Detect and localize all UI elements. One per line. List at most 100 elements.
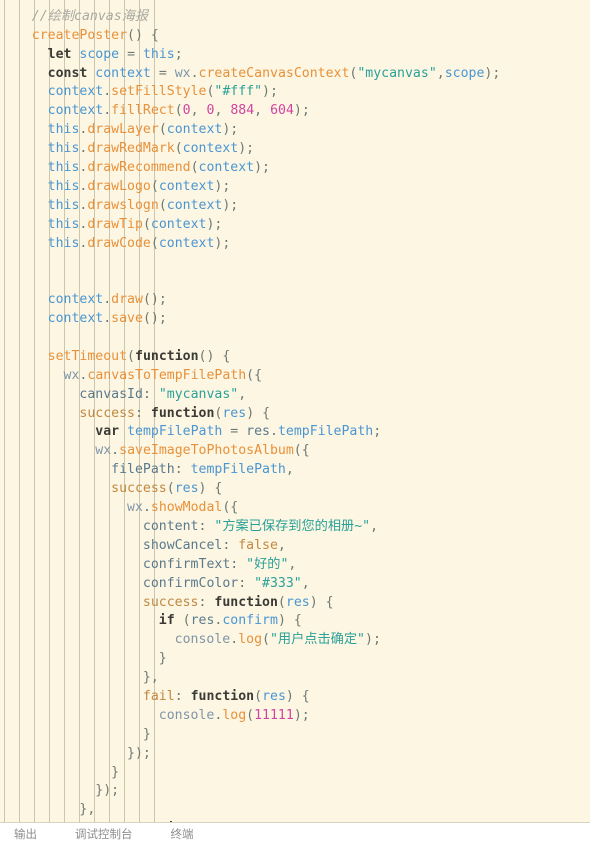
code-line[interactable]: var tempFilePath = res.tempFilePath; bbox=[0, 423, 590, 442]
code-line[interactable]: confirmColor: "#333", bbox=[0, 575, 590, 594]
code-line[interactable]: filePath: tempFilePath, bbox=[0, 461, 590, 480]
code-line[interactable]: success(res) { bbox=[0, 480, 590, 499]
code-token-fn: drawslogn bbox=[87, 197, 159, 213]
code-token-key: success bbox=[79, 405, 135, 421]
code-line[interactable]: fail: function(res) { bbox=[0, 688, 590, 707]
code-line[interactable]: } bbox=[0, 726, 590, 745]
code-token-punc: ({ bbox=[222, 500, 239, 516]
panel-tab-output[interactable]: 输出 bbox=[14, 826, 37, 842]
code-token-prop: content bbox=[142, 518, 199, 534]
code-token-kw: let bbox=[47, 46, 72, 62]
code-line[interactable] bbox=[0, 0, 590, 8]
code-token-punc: . bbox=[270, 424, 278, 440]
code-line[interactable]: setTimeout(function() { bbox=[0, 348, 590, 367]
code-line[interactable]: fail: function(res) { bbox=[0, 820, 590, 822]
code-token-num: 11111 bbox=[254, 707, 294, 723]
code-line[interactable]: context.draw(); bbox=[0, 291, 590, 310]
code-line[interactable]: console.log("用户点击确定"); bbox=[0, 631, 590, 650]
editor-code-area[interactable]: //绘制canvas海报 createPoster() { let scope … bbox=[0, 0, 590, 822]
code-token-var: context bbox=[158, 178, 215, 194]
code-token-punc: . bbox=[103, 103, 112, 119]
code-token-punc: : bbox=[174, 462, 191, 478]
code-token-punc: , bbox=[436, 65, 445, 81]
code-token-fn: fillRect bbox=[111, 103, 175, 119]
code-line[interactable] bbox=[0, 329, 590, 348]
code-line[interactable]: this.drawTip(context); bbox=[0, 216, 590, 235]
code-token-var: context bbox=[166, 122, 223, 138]
code-line[interactable]: wx.canvasToTempFilePath({ bbox=[0, 367, 590, 386]
code-line[interactable]: }); bbox=[0, 745, 590, 764]
code-token-fn: drawRecommend bbox=[87, 160, 191, 176]
code-line[interactable]: wx.saveImageToPhotosAlbum({ bbox=[0, 442, 590, 461]
code-line[interactable]: this.drawslogn(context); bbox=[0, 197, 590, 216]
code-line[interactable]: showCancel: false, bbox=[0, 537, 590, 556]
code-token-var: this bbox=[47, 122, 80, 138]
code-line[interactable]: }, bbox=[0, 669, 590, 688]
code-line[interactable]: console.log(11111); bbox=[0, 707, 590, 726]
code-token-punc: }, bbox=[79, 802, 96, 818]
code-token-str: "好的" bbox=[246, 556, 289, 572]
code-line[interactable]: success: function(res) { bbox=[0, 405, 590, 424]
code-line[interactable]: confirmText: "好的", bbox=[0, 556, 590, 575]
code-line[interactable]: success: function(res) { bbox=[0, 594, 590, 613]
code-line[interactable]: this.drawCode(context); bbox=[0, 235, 590, 254]
code-line[interactable] bbox=[0, 253, 590, 272]
code-token-punc: ; bbox=[174, 46, 183, 62]
code-line[interactable]: context.fillRect(0, 0, 884, 604); bbox=[0, 102, 590, 121]
code-token-punc: , bbox=[214, 103, 231, 119]
code-line[interactable]: this.drawRecommend(context); bbox=[0, 159, 590, 178]
code-token-punc: ( bbox=[142, 216, 151, 232]
code-token-punc: , bbox=[370, 518, 379, 534]
code-token-punc: ( bbox=[254, 688, 263, 704]
code-content[interactable]: //绘制canvas海报 createPoster() { let scope … bbox=[0, 0, 590, 822]
code-line[interactable]: wx.showModal({ bbox=[0, 499, 590, 518]
code-line[interactable]: } bbox=[0, 764, 590, 783]
code-token-op: = bbox=[119, 46, 143, 62]
code-line[interactable]: } bbox=[0, 650, 590, 669]
code-token-obj: wx bbox=[174, 65, 191, 81]
code-line[interactable]: let scope = this; bbox=[0, 46, 590, 65]
code-line[interactable]: context.setFillStyle("#fff"); bbox=[0, 83, 590, 102]
code-token-punc: ( bbox=[127, 348, 135, 364]
code-token-cmt: //绘制canvas海报 bbox=[31, 8, 149, 24]
code-line[interactable]: //绘制canvas海报 bbox=[0, 8, 590, 27]
code-line[interactable]: canvasId: "mycanvas", bbox=[0, 386, 590, 405]
code-token-punc: ( bbox=[166, 481, 175, 497]
code-token-punc: ); bbox=[222, 122, 239, 138]
code-token-punc: ({ bbox=[246, 367, 263, 383]
code-token-punc: ); bbox=[238, 141, 255, 157]
code-line[interactable]: content: "方案已保存到您的相册~", bbox=[0, 518, 590, 537]
code-line[interactable]: }, bbox=[0, 801, 590, 820]
code-line[interactable]: const context = wx.createCanvasContext("… bbox=[0, 65, 590, 84]
code-token-punc: ) { bbox=[309, 594, 334, 610]
code-token-punc: ); bbox=[214, 178, 231, 194]
code-token-punc: ); bbox=[293, 103, 310, 119]
code-line[interactable]: this.drawLayer(context); bbox=[0, 121, 590, 140]
code-line[interactable]: this.drawLogo(context); bbox=[0, 178, 590, 197]
code-token-bool: false bbox=[238, 537, 278, 553]
code-token-var: context bbox=[47, 292, 104, 308]
code-token-obj: wx bbox=[95, 443, 112, 459]
panel-tab-debug-console[interactable]: 调试控制台 bbox=[75, 826, 133, 842]
code-line[interactable]: this.drawRedMark(context); bbox=[0, 140, 590, 159]
code-line[interactable]: }); bbox=[0, 782, 590, 801]
code-line[interactable]: createPoster() { bbox=[0, 27, 590, 46]
panel-tab-terminal[interactable]: 终端 bbox=[171, 826, 194, 842]
code-token-kw: function bbox=[127, 821, 191, 822]
code-token-obj: wx bbox=[63, 367, 80, 383]
code-line[interactable]: context.save(); bbox=[0, 310, 590, 329]
code-token-punc: . bbox=[142, 500, 151, 516]
code-token-punc: ( bbox=[262, 632, 270, 648]
code-line[interactable]: if (res.confirm) { bbox=[0, 612, 590, 631]
code-line[interactable] bbox=[0, 272, 590, 291]
code-token-var: res bbox=[285, 594, 310, 610]
